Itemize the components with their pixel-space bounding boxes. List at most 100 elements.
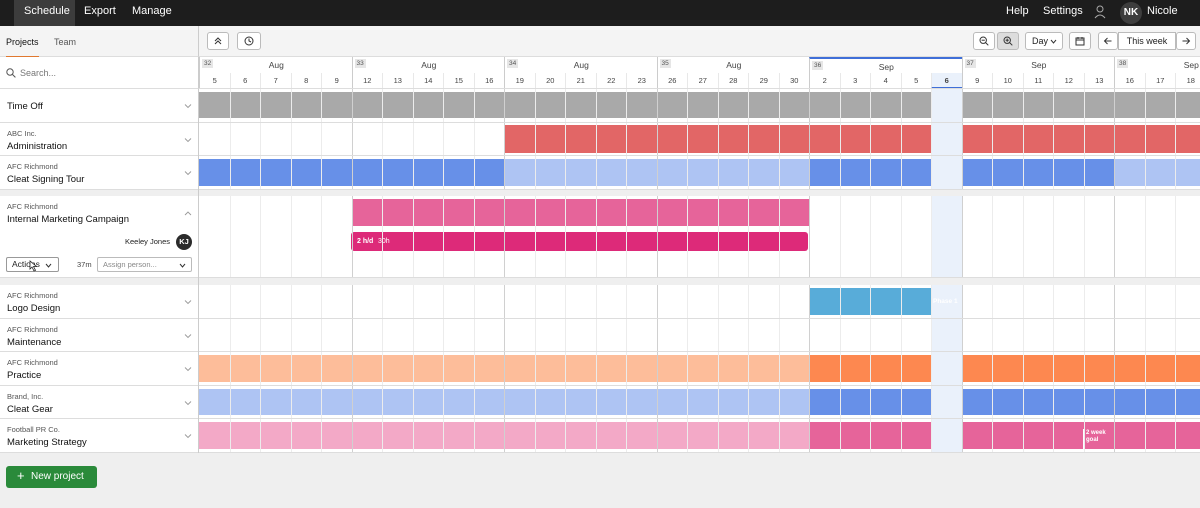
day-label[interactable]: 28 bbox=[717, 73, 749, 88]
day-label[interactable]: 23 bbox=[626, 73, 657, 88]
grid-line bbox=[260, 89, 261, 453]
view-select-label: Day bbox=[1032, 36, 1049, 46]
project-row[interactable]: Brand, Inc. Cleat Gear bbox=[0, 386, 198, 419]
project-row[interactable]: AFC Richmond Cleat Signing Tour bbox=[0, 156, 198, 190]
timeline-header: 32 Aug 33 Aug 34 Aug 35 Aug 36 Sep 37 Sep 38 Sep 5 6 7 8 9… bbox=[198, 57, 1200, 89]
search-input[interactable] bbox=[20, 66, 190, 80]
month-label: Sep bbox=[1183, 60, 1199, 70]
day-label[interactable]: 8 bbox=[290, 73, 322, 88]
day-label[interactable]: 19 bbox=[504, 73, 535, 88]
grid-line bbox=[870, 89, 871, 453]
chevron-down-icon[interactable] bbox=[184, 333, 192, 339]
nav-export[interactable]: Export bbox=[84, 0, 124, 26]
day-label[interactable]: 10 bbox=[992, 73, 1023, 88]
day-label[interactable]: 26 bbox=[656, 73, 688, 88]
nav-manage[interactable]: Manage bbox=[132, 0, 176, 26]
day-label[interactable]: 12 bbox=[351, 73, 383, 88]
project-bar[interactable] bbox=[199, 92, 1200, 118]
day-label[interactable]: 3 bbox=[839, 73, 871, 88]
day-label[interactable]: 18 bbox=[1175, 73, 1200, 88]
assign-person-select[interactable]: Assign person... bbox=[97, 257, 192, 272]
help-link[interactable]: Help bbox=[1006, 0, 1030, 26]
day-label[interactable]: 21 bbox=[565, 73, 596, 88]
day-label[interactable]: 7 bbox=[260, 73, 291, 88]
allocation-bar[interactable]: 2 h/d 30h bbox=[351, 232, 808, 251]
day-label[interactable]: 29 bbox=[748, 73, 779, 88]
person-avatar[interactable]: KJ bbox=[176, 234, 192, 250]
day-label[interactable]: 17 bbox=[1144, 73, 1176, 88]
this-week-label: This week bbox=[1126, 36, 1168, 46]
project-row[interactable]: AFC Richmond Practice bbox=[0, 352, 198, 386]
plus-icon: + bbox=[17, 468, 25, 483]
day-label[interactable]: 6 bbox=[229, 73, 261, 88]
project-name: Time Off bbox=[7, 101, 43, 112]
day-label[interactable]: 22 bbox=[595, 73, 627, 88]
day-label[interactable]: 9 bbox=[321, 73, 352, 88]
new-project-button[interactable]: + New project bbox=[6, 466, 97, 488]
date-picker-button[interactable] bbox=[1069, 32, 1091, 50]
user-name: Nicole bbox=[1147, 5, 1178, 17]
view-select[interactable]: Day bbox=[1025, 32, 1063, 50]
day-label[interactable]: 13 bbox=[1083, 73, 1115, 88]
project-bar[interactable] bbox=[1114, 159, 1200, 186]
previous-week-button[interactable] bbox=[1098, 32, 1118, 50]
next-week-button[interactable] bbox=[1176, 32, 1196, 50]
today-day-label[interactable]: 6 bbox=[931, 73, 962, 88]
day-label[interactable]: 5 bbox=[199, 73, 230, 88]
tab-projects[interactable]: Projects bbox=[6, 26, 39, 58]
chevron-down-icon[interactable] bbox=[184, 299, 192, 305]
chevron-up-icon[interactable] bbox=[184, 210, 192, 216]
settings-link[interactable]: Settings bbox=[1043, 0, 1083, 26]
week-header: 38 Sep bbox=[1114, 57, 1200, 73]
project-bar[interactable] bbox=[351, 199, 809, 226]
collapse-all-button[interactable] bbox=[207, 32, 229, 50]
day-label[interactable]: 20 bbox=[534, 73, 566, 88]
day-label[interactable]: 14 bbox=[412, 73, 444, 88]
chevron-down-icon[interactable] bbox=[184, 170, 192, 176]
nav-schedule[interactable]: Schedule bbox=[14, 0, 75, 26]
day-label[interactable]: 16 bbox=[473, 73, 505, 88]
day-label[interactable]: 4 bbox=[870, 73, 901, 88]
project-row[interactable]: AFC Richmond Logo Design bbox=[0, 285, 198, 319]
day-label[interactable]: 5 bbox=[900, 73, 932, 88]
project-row[interactable]: Time Off bbox=[0, 89, 198, 123]
day-label[interactable]: 27 bbox=[687, 73, 718, 88]
day-label[interactable]: 15 bbox=[443, 73, 474, 88]
clock-icon bbox=[244, 36, 254, 46]
chevron-down-icon[interactable] bbox=[184, 137, 192, 143]
day-label[interactable]: 11 bbox=[1022, 73, 1054, 88]
day-label[interactable]: 9 bbox=[961, 73, 993, 88]
tab-team[interactable]: Team bbox=[54, 26, 78, 57]
day-label[interactable]: 30 bbox=[778, 73, 810, 88]
project-bar[interactable] bbox=[809, 422, 1200, 449]
project-row[interactable]: AFC Richmond Maintenance bbox=[0, 319, 198, 352]
chevron-down-icon[interactable] bbox=[184, 103, 192, 109]
day-label[interactable]: 2 bbox=[809, 73, 840, 88]
project-row[interactable]: ABC Inc. Administration bbox=[0, 123, 198, 156]
day-label[interactable]: 13 bbox=[382, 73, 413, 88]
settings-label: Settings bbox=[1043, 5, 1083, 17]
zoom-in-button[interactable] bbox=[997, 32, 1019, 50]
user-icon[interactable] bbox=[1094, 5, 1106, 19]
grid-line bbox=[656, 89, 658, 453]
chevron-down-icon[interactable] bbox=[184, 366, 192, 372]
month-label: Aug bbox=[421, 60, 437, 70]
chevron-down-icon[interactable] bbox=[184, 400, 192, 406]
user-avatar[interactable]: NK bbox=[1120, 2, 1142, 24]
zoom-out-button[interactable] bbox=[973, 32, 995, 50]
user-menu[interactable]: Nicole bbox=[1147, 0, 1187, 26]
this-week-button[interactable]: This week bbox=[1118, 32, 1176, 50]
project-bar[interactable] bbox=[809, 355, 1200, 382]
history-button[interactable] bbox=[237, 32, 261, 50]
project-name: Administration bbox=[7, 141, 68, 152]
grid-line bbox=[1022, 89, 1024, 453]
project-row[interactable]: Football PR Co. Marketing Strategy bbox=[0, 419, 198, 453]
project-bar[interactable] bbox=[504, 125, 1200, 153]
week-number: 37 bbox=[964, 59, 976, 68]
day-label[interactable]: 12 bbox=[1053, 73, 1084, 88]
project-bar[interactable] bbox=[809, 389, 1200, 415]
top-nav: Schedule Export Manage Help Settings NK … bbox=[0, 0, 1200, 26]
project-client: Brand, Inc. bbox=[7, 392, 44, 401]
day-label[interactable]: 16 bbox=[1114, 73, 1145, 88]
chevron-down-icon[interactable] bbox=[184, 433, 192, 439]
